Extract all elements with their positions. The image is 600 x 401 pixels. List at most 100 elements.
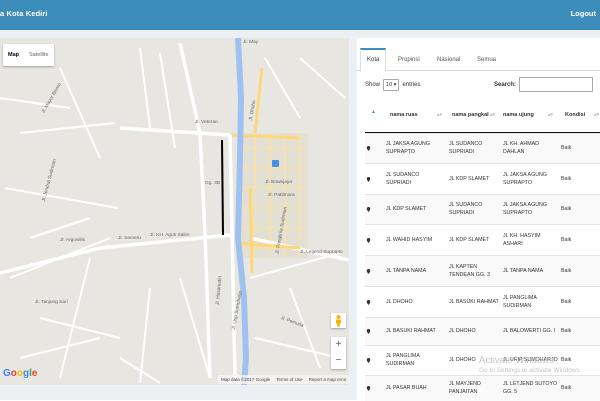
table-row[interactable]: JL SUDANCO SUPRIADI JL KDP SLAMET JL JAK… bbox=[365, 163, 600, 195]
road-label: Jl. Pattimura bbox=[268, 193, 295, 198]
cell-nama-ujung: JL BALOWERTI GG. I bbox=[503, 328, 556, 335]
cell-nama-ruas: JL TANPA NAMA bbox=[386, 267, 427, 274]
road-label: Jl. Panglima Sudirman bbox=[275, 206, 289, 255]
cell-nama-ruas: JL PASAR BUAH bbox=[386, 384, 427, 391]
roads-panel: Kota Propinsi Nasional Semua Show 10 ▾ e… bbox=[357, 38, 600, 401]
map-marker-icon[interactable] bbox=[366, 146, 371, 151]
cell-nama-pangkal: JL SUDANCO SUPRIADI bbox=[449, 202, 483, 216]
sort-arrows-icon[interactable]: ▴▾ bbox=[437, 112, 442, 118]
table-row[interactable]: JL JAKSA AGUNG SUPRAPTO JL SUDANCO SUPRI… bbox=[365, 133, 600, 164]
sort-arrows-icon[interactable]: ▴▾ bbox=[490, 112, 495, 118]
tab-kota[interactable]: Kota bbox=[360, 48, 387, 72]
map-attribution: Map data ©2017 Google Terms of Use Repor… bbox=[218, 375, 350, 384]
cell-nama-ruas: JL PANGLIMA SUDIRMAN bbox=[386, 353, 420, 367]
cell-kondisi: Baik bbox=[561, 145, 572, 152]
cell-nama-pangkal: JL KDP SLAMET bbox=[449, 236, 490, 243]
entries-length-control: Show 10 ▾ entries bbox=[365, 79, 420, 91]
map-marker-icon[interactable] bbox=[366, 300, 371, 305]
table-row[interactable]: JL DHOHO JL BASUKI RAHMAT JL PANGLIMA SU… bbox=[365, 286, 600, 318]
sort-arrows-icon[interactable]: ▴▾ bbox=[548, 112, 553, 118]
tab-semua[interactable]: Semua bbox=[477, 50, 496, 69]
cell-nama-ujung: JL JAKSA AGUNG SUPRAPTO bbox=[503, 171, 547, 186]
road-label: Jl. Jendral Sudirman bbox=[41, 158, 58, 203]
cell-nama-ruas: JL DHOHO bbox=[386, 298, 413, 305]
cell-kondisi: Baik bbox=[561, 298, 572, 305]
road-label: Jl. Veteran bbox=[195, 120, 218, 125]
pegman-icon[interactable] bbox=[331, 313, 346, 328]
map-marker-icon[interactable] bbox=[366, 207, 371, 212]
entries-label: entries bbox=[402, 82, 421, 88]
top-navbar: a Kota Kediri Logout bbox=[0, 0, 600, 30]
report-error-link[interactable]: Report a map error bbox=[309, 375, 347, 384]
cell-nama-pangkal: JL BASUKI RAHMAT bbox=[449, 298, 499, 305]
pegman-icon-glyph bbox=[336, 315, 341, 327]
cell-nama-pangkal: JL KDP SLAMET bbox=[449, 175, 490, 182]
table-row[interactable]: JL KDP SLAMET JL SUDANCO SUPRIADI JL JAK… bbox=[365, 194, 600, 225]
col-nama-ujung[interactable]: nama ujung bbox=[503, 100, 553, 132]
cell-nama-ujung: JL TANPA NAMA bbox=[503, 267, 544, 274]
map-marker-icon[interactable] bbox=[366, 238, 371, 243]
zoom-control: + − bbox=[331, 337, 346, 369]
col-nama-pangkal[interactable]: nama pangkal bbox=[452, 100, 492, 132]
map-road-labels: Jl. May Jl. Mayor Bismo Jl. Dhoho Jl. Le… bbox=[0, 38, 349, 385]
google-logo[interactable]: Google bbox=[3, 368, 37, 379]
road-label: Jl. Urip Sumoharjo bbox=[231, 290, 244, 331]
activate-windows-title: Activate Windows bbox=[479, 355, 554, 366]
col-kondisi[interactable]: Kondisi bbox=[565, 100, 595, 132]
zoom-in-button[interactable]: + bbox=[331, 337, 346, 353]
map-type-satellite-button[interactable]: Satellite bbox=[24, 44, 54, 66]
search-control: Search: bbox=[494, 77, 594, 92]
cell-nama-ujung: JL JAKSA AGUNG SUPRAPTO bbox=[503, 202, 547, 216]
road-label: Jl. Tanjung Sari bbox=[35, 300, 68, 305]
cell-nama-pangkal: JL KAPTEN TENDEAN GG. 3 bbox=[449, 263, 490, 278]
google-logo-letter: G bbox=[3, 368, 11, 379]
road-label: Jl. Argowilis bbox=[60, 238, 86, 243]
search-input[interactable] bbox=[519, 77, 594, 92]
cell-kondisi: Baik bbox=[561, 328, 572, 335]
map-marker-icon[interactable] bbox=[366, 269, 371, 274]
cell-kondisi: Baik bbox=[561, 175, 572, 182]
map-type-control: Map Satellite bbox=[3, 44, 54, 66]
cell-nama-ruas: JL SUDANCO SUPRIADI bbox=[386, 171, 420, 186]
road-label: Jl. KH. Agus Salim bbox=[150, 233, 190, 238]
cell-kondisi: Baik bbox=[561, 267, 572, 274]
app-brand[interactable]: a Kota Kediri bbox=[0, 9, 48, 18]
sort-arrows-icon[interactable]: ▴▾ bbox=[594, 112, 599, 118]
road-label: Jl. Semeru bbox=[118, 236, 141, 241]
tab-propinsi[interactable]: Propinsi bbox=[398, 50, 420, 69]
cell-nama-pangkal: JL SUDANCO SUPRIADI bbox=[449, 141, 483, 155]
map-marker-icon[interactable] bbox=[366, 386, 371, 391]
table-row[interactable]: JL WAHID HASYIM JL KDP SLAMET JL KH. HAS… bbox=[365, 224, 600, 256]
table-row[interactable]: JL BASUKI RAHMAT JL DHOHO JL BALOWERTI G… bbox=[365, 317, 600, 346]
entries-select[interactable]: 10 ▾ bbox=[383, 79, 400, 91]
cell-kondisi: Baik bbox=[561, 236, 572, 243]
activate-windows-subtitle: Go to Settings to activate Windows. bbox=[479, 367, 582, 374]
road-label: Jl. Letjend Suprapto bbox=[300, 250, 343, 255]
map-type-map-button[interactable]: Map bbox=[3, 44, 24, 66]
zoom-out-button[interactable]: − bbox=[331, 353, 346, 369]
cell-nama-ruas: JL KDP SLAMET bbox=[386, 206, 427, 213]
cell-nama-ruas: JL WAHID HASYIM bbox=[386, 236, 433, 243]
table-row[interactable]: JL TANPA NAMA JL KAPTEN TENDEAN GG. 3 JL… bbox=[365, 255, 600, 287]
cell-nama-ruas: JL BASUKI RAHMAT bbox=[386, 328, 436, 335]
cell-nama-pangkal: JL DHOHO bbox=[449, 328, 476, 335]
google-logo-letter: e bbox=[31, 368, 38, 379]
cell-kondisi: Baik bbox=[561, 206, 572, 213]
tab-nasional[interactable]: Nasional bbox=[437, 50, 460, 69]
map-marker-icon[interactable] bbox=[366, 177, 371, 182]
terms-link[interactable]: Terms of Use bbox=[276, 375, 303, 384]
map-marker-icon[interactable] bbox=[366, 358, 371, 363]
cell-nama-ujung: JL PANGLIMA SUDIRMAN bbox=[503, 294, 537, 309]
road-label: Gg. 3B bbox=[205, 181, 220, 186]
cell-nama-ujung: JL LETJEND SUTOYO GG. 5 bbox=[503, 380, 558, 395]
road-label: Jl. Brawijaya bbox=[265, 180, 292, 185]
cell-nama-ruas: JL JAKSA AGUNG SUPRAPTO bbox=[386, 141, 430, 155]
logout-link[interactable]: Logout bbox=[571, 9, 596, 18]
cell-kondisi: Baik bbox=[561, 384, 572, 391]
search-label: Search: bbox=[494, 81, 517, 88]
map-canvas[interactable]: Jl. May Jl. Mayor Bismo Jl. Dhoho Jl. Le… bbox=[0, 38, 349, 385]
show-label: Show bbox=[365, 82, 381, 88]
table-row[interactable]: JL PASAR BUAH JL MAYJEND PANJAITAN JL LE… bbox=[365, 375, 600, 401]
sort-asc-icon[interactable]: ▲ bbox=[371, 109, 376, 115]
map-marker-icon[interactable] bbox=[366, 329, 371, 334]
